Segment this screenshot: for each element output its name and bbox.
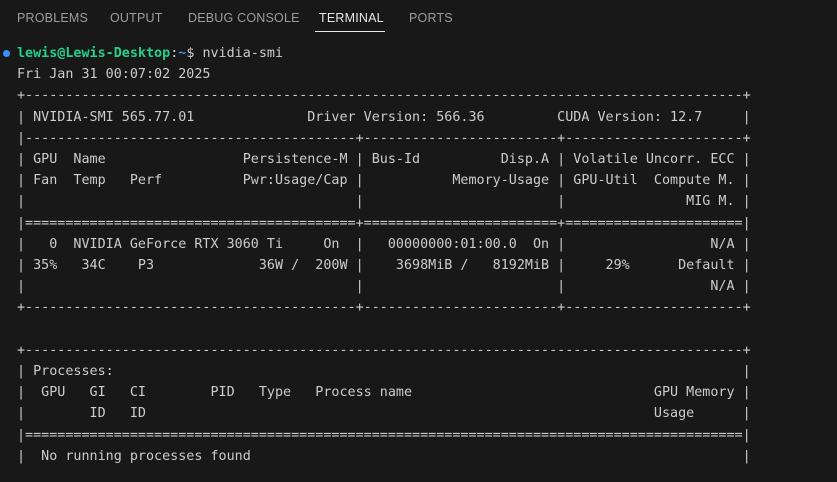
terminal-line: Fri Jan 31 00:07:02 2025 [17,67,211,83]
terminal-line: | ID ID Usage | [17,406,751,422]
terminal-line: +---------------------------------------… [17,342,751,358]
prompt-command: nvidia-smi [202,46,284,61]
command-decoration-icon[interactable] [3,50,10,57]
terminal-line: | GPU Name Persistence-M | Bus-Id Disp.A… [17,152,751,167]
terminal-line: |=======================================… [17,427,751,443]
terminal-line: | 35% 34C P3 36W / 200W | 3698MiB / 8192… [17,258,751,273]
terminal-line: | No running processes found | [17,448,751,464]
terminal-line: | Processes: | [17,364,751,379]
terminal-line: | | | MIG M. | [17,194,751,210]
terminal-line: | | | N/A | [17,279,751,295]
terminal-line: | NVIDIA-SMI 565.77.01 Driver Version: 5… [17,109,751,125]
prompt-user-host: lewis@Lewis-Desktop [17,46,171,61]
prompt-line: lewis@Lewis-Desktop:~$ nvidia-smi [17,43,283,64]
terminal-line: | 0 NVIDIA GeForce RTX 3060 Ti On | 0000… [17,236,751,252]
tab-ports[interactable]: PORTS [409,11,453,25]
tab-terminal[interactable]: TERMINAL [319,11,384,25]
tab-debug-console[interactable]: DEBUG CONSOLE [188,11,300,25]
terminal-line: |---------------------------------------… [17,130,751,146]
terminal-line: +---------------------------------------… [17,300,751,316]
tab-problems[interactable]: PROBLEMS [17,11,88,25]
terminal-line: | GPU GI CI PID Type Process name GPU Me… [17,385,751,401]
panel-tab-bar: PROBLEMS OUTPUT DEBUG CONSOLE TERMINAL P… [0,0,837,36]
terminal-panel: PROBLEMS OUTPUT DEBUG CONSOLE TERMINAL P… [0,0,837,482]
tab-output[interactable]: OUTPUT [110,11,163,25]
prompt-symbol: $ [186,46,203,61]
active-tab-indicator [315,31,385,32]
terminal-output[interactable]: lewis@Lewis-Desktop:~$ nvidia-smi Fri Ja… [0,43,837,482]
terminal-line: |=======================================… [17,215,751,231]
terminal-line: +---------------------------------------… [17,88,751,104]
terminal-line: | Fan Temp Perf Pwr:Usage/Cap | Memory-U… [17,173,751,189]
